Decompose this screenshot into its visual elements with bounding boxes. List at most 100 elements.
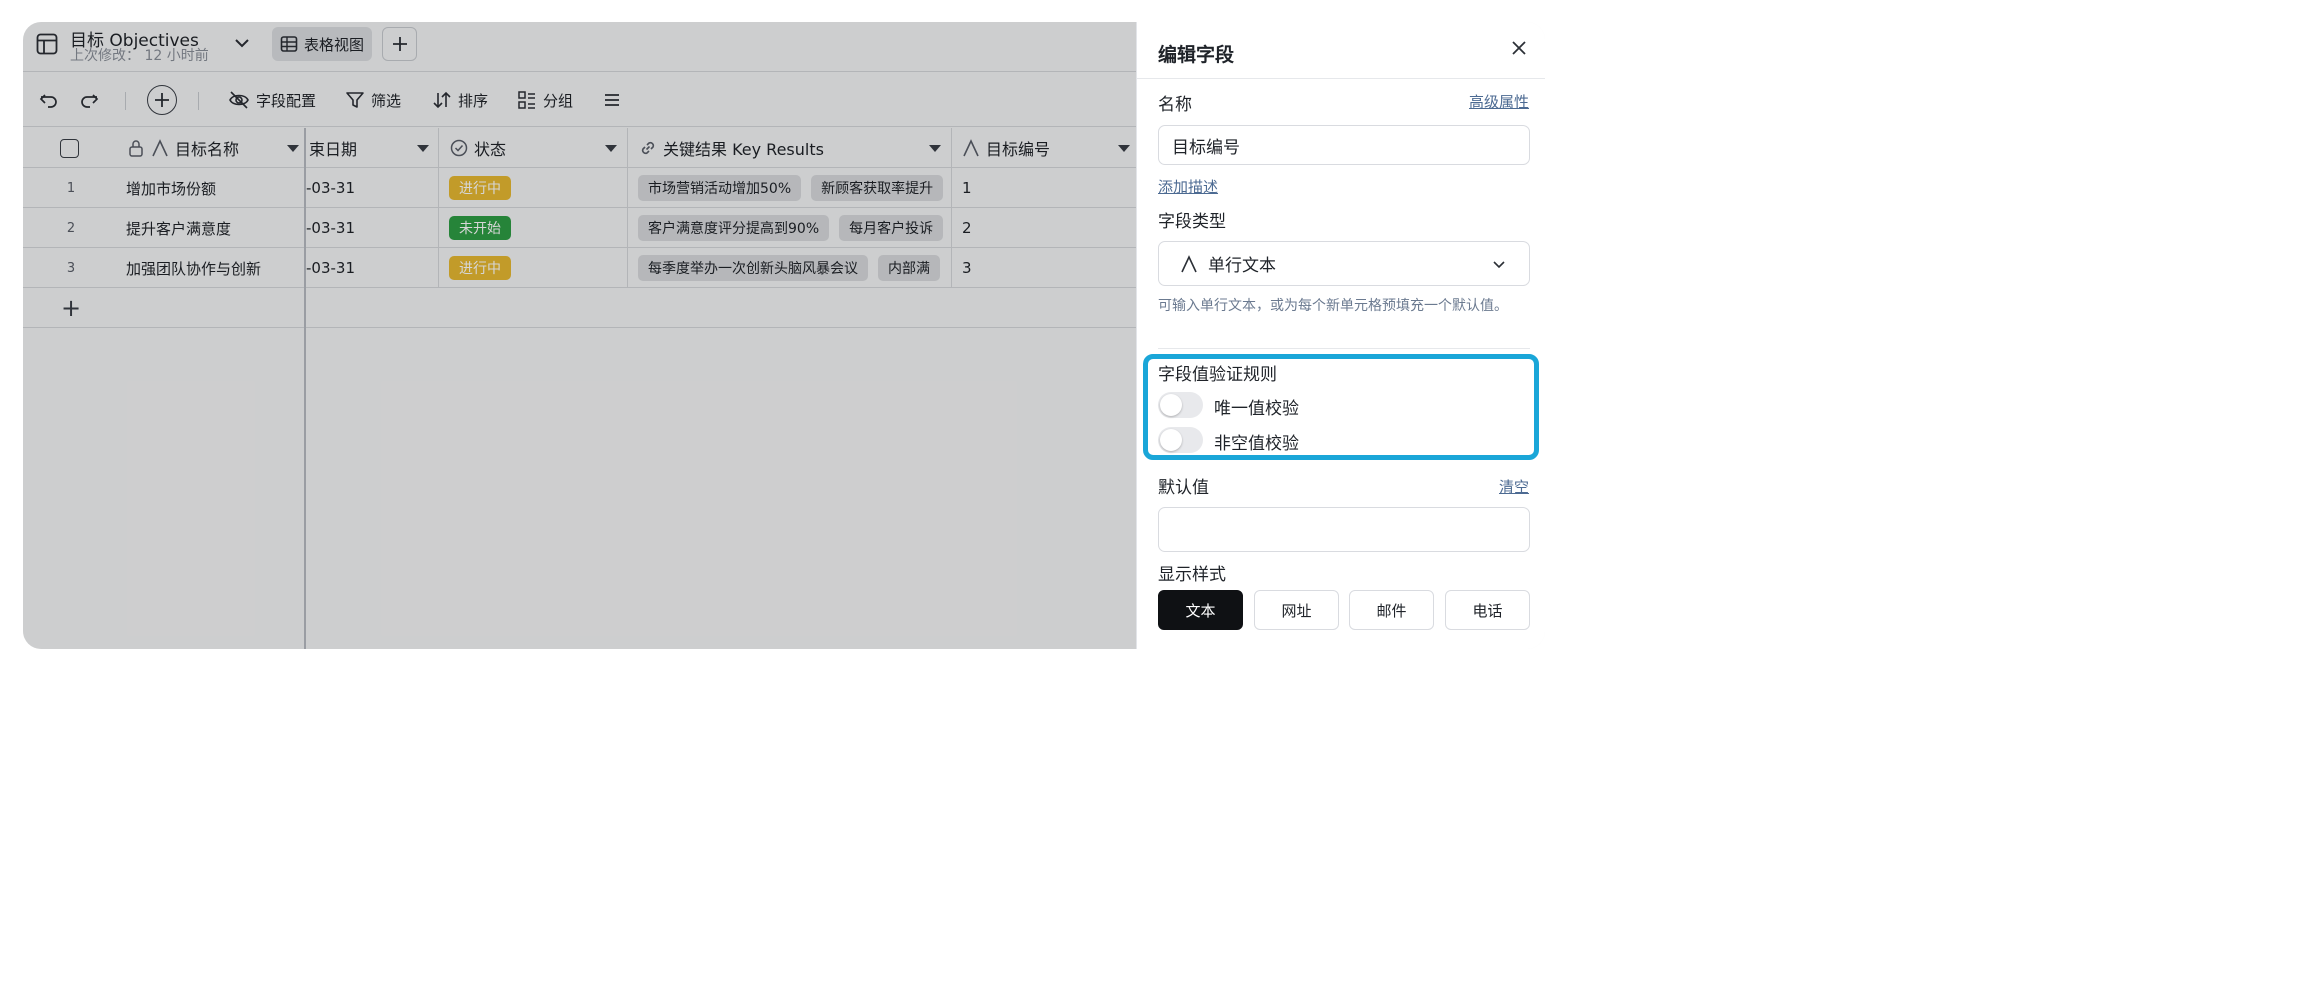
eye-off-icon (229, 91, 249, 109)
add-record-icon (155, 93, 169, 107)
cell-status[interactable]: 进行中 (449, 168, 629, 208)
cell-number[interactable]: 1 (962, 168, 1132, 208)
clear-default-link[interactable]: 清空 (1499, 476, 1529, 497)
key-result-tag[interactable]: 内部满 (878, 255, 940, 281)
field-type-hint: 可输入单行文本，或为每个新单元格预填充一个默认值。 (1158, 298, 1508, 314)
field-type-select[interactable]: 单行文本 (1158, 241, 1530, 286)
column-header-name[interactable]: 目标名称 (127, 128, 299, 168)
column-header-label: 关键结果 Key Results (663, 140, 824, 159)
text-field-icon (152, 139, 168, 157)
cell-status[interactable]: 未开始 (449, 208, 629, 248)
row-index: 3 (66, 260, 76, 276)
advanced-properties-link[interactable]: 高级属性 (1469, 91, 1529, 112)
toolbar-divider (198, 92, 199, 110)
cell-status[interactable]: 进行中 (449, 248, 629, 288)
column-divider (627, 128, 628, 288)
tab-table-view-label: 表格视图 (304, 35, 365, 54)
name-label: 名称 (1158, 95, 1192, 115)
display-style-url-button[interactable]: 网址 (1254, 590, 1339, 630)
column-divider (438, 128, 439, 288)
panel-divider (1137, 78, 1545, 79)
last-modified-text: 上次修改： 12 小时前 (70, 48, 209, 64)
status-check-icon (450, 139, 468, 157)
key-result-tag[interactable]: 客户满意度评分提高到90% (638, 215, 830, 241)
more-menu-button[interactable] (603, 73, 621, 127)
cell-name[interactable]: 提升客户满意度 (126, 208, 302, 248)
table-area: 目标 Objectives 上次修改： 12 小时前 表格视图 字段配置 筛选 … (23, 22, 1136, 649)
redo-button[interactable] (79, 73, 99, 127)
column-menu-caret-icon[interactable] (1118, 144, 1130, 152)
cell-key-results[interactable]: 每季度举办一次创新头脑风暴会议 内部满 (638, 248, 951, 288)
field-config-label: 字段配置 (256, 91, 317, 110)
add-row-button[interactable]: + (23, 288, 119, 328)
key-result-tag[interactable]: 市场营销活动增加50% (638, 175, 802, 201)
column-header-end-date[interactable]: 束日期 (309, 128, 429, 168)
status-badge: 未开始 (449, 216, 511, 240)
field-name-input[interactable]: 目标编号 (1158, 125, 1530, 165)
table-row[interactable]: 3 加强团队协作与创新 -03-31 进行中 每季度举办一次创新头脑风暴会议 内… (23, 248, 1136, 288)
panel-title: 编辑字段 (1158, 44, 1235, 66)
cell-end-date[interactable]: -03-31 (306, 208, 436, 248)
sort-button[interactable]: 排序 (432, 73, 488, 127)
table-header-bar: 目标 Objectives 上次修改： 12 小时前 表格视图 (23, 22, 1136, 72)
display-style-label: 显示样式 (1158, 565, 1226, 585)
cell-end-date[interactable]: -03-31 (306, 248, 436, 288)
select-all-checkbox[interactable] (60, 128, 80, 168)
checkbox-box (60, 138, 79, 158)
sort-icon (433, 91, 451, 109)
field-type-label: 字段类型 (1158, 212, 1226, 232)
cell-key-results[interactable]: 客户满意度评分提高到90% 每月客户投诉 (638, 208, 951, 248)
view-toolbar: 字段配置 筛选 排序 分组 (23, 73, 1136, 127)
app-window: 目标 Objectives 上次修改： 12 小时前 表格视图 字段配置 筛选 … (23, 22, 1545, 649)
cell-number[interactable]: 3 (962, 248, 1132, 288)
column-menu-caret-icon[interactable] (605, 144, 617, 152)
cell-number[interactable]: 2 (962, 208, 1132, 248)
cell-name[interactable]: 增加市场份额 (126, 168, 302, 208)
field-config-button[interactable]: 字段配置 (228, 73, 316, 127)
undo-button[interactable] (39, 73, 59, 127)
field-type-value: 单行文本 (1208, 256, 1276, 276)
column-header-status[interactable]: 状态 (450, 128, 617, 168)
default-value-input[interactable] (1158, 507, 1530, 552)
column-header-label: 目标编号 (986, 140, 1051, 159)
key-result-tag[interactable]: 每月客户投诉 (839, 215, 944, 241)
cell-end-date[interactable]: -03-31 (306, 168, 436, 208)
table-row[interactable]: 1 增加市场份额 -03-31 进行中 市场营销活动增加50% 新顾客获取率提升… (23, 168, 1136, 208)
text-field-icon (1181, 254, 1197, 272)
add-record-button[interactable] (147, 85, 177, 115)
table-icon[interactable] (36, 33, 58, 55)
sort-label: 排序 (458, 91, 489, 110)
edit-field-panel: 编辑字段 名称 高级属性 目标编号 添加描述 字段类型 单行文本 可输入单行文本… (1136, 22, 1545, 649)
display-style-phone-button[interactable]: 电话 (1445, 590, 1530, 630)
add-view-button[interactable] (382, 27, 417, 61)
close-icon[interactable] (1509, 38, 1529, 58)
column-menu-caret-icon[interactable] (929, 144, 941, 152)
filter-button[interactable]: 筛选 (345, 73, 401, 127)
chevron-down-icon[interactable] (233, 34, 251, 52)
key-result-tag[interactable]: 新顾客获取率提升 (811, 175, 944, 201)
add-description-link[interactable]: 添加描述 (1158, 176, 1218, 197)
cell-key-results[interactable]: 市场营销活动增加50% 新顾客获取率提升 (638, 168, 951, 208)
filter-icon (346, 92, 364, 108)
group-button[interactable]: 分组 (517, 73, 573, 127)
tab-table-view[interactable]: 表格视图 (272, 27, 372, 61)
row-index: 1 (66, 180, 76, 196)
menu-icon (605, 94, 619, 106)
column-header-number[interactable]: 目标编号 (962, 128, 1130, 168)
display-style-text-button[interactable]: 文本 (1158, 590, 1243, 630)
filter-label: 筛选 (371, 91, 402, 110)
default-value-label: 默认值 (1158, 478, 1209, 498)
add-row[interactable]: + (23, 288, 1136, 328)
frozen-column-divider[interactable] (304, 128, 306, 649)
column-menu-caret-icon[interactable] (417, 144, 429, 152)
key-result-tag[interactable]: 每季度举办一次创新头脑风暴会议 (638, 255, 868, 281)
validation-highlight-box (1143, 354, 1539, 460)
text-field-icon (963, 139, 979, 157)
status-badge: 进行中 (449, 176, 511, 200)
column-menu-caret-icon[interactable] (287, 144, 299, 152)
column-header-key-results[interactable]: 关键结果 Key Results (639, 128, 941, 168)
cell-name[interactable]: 加强团队协作与创新 (126, 248, 302, 288)
plus-icon (392, 37, 407, 51)
table-row[interactable]: 2 提升客户满意度 -03-31 未开始 客户满意度评分提高到90% 每月客户投… (23, 208, 1136, 248)
display-style-email-button[interactable]: 邮件 (1349, 590, 1434, 630)
